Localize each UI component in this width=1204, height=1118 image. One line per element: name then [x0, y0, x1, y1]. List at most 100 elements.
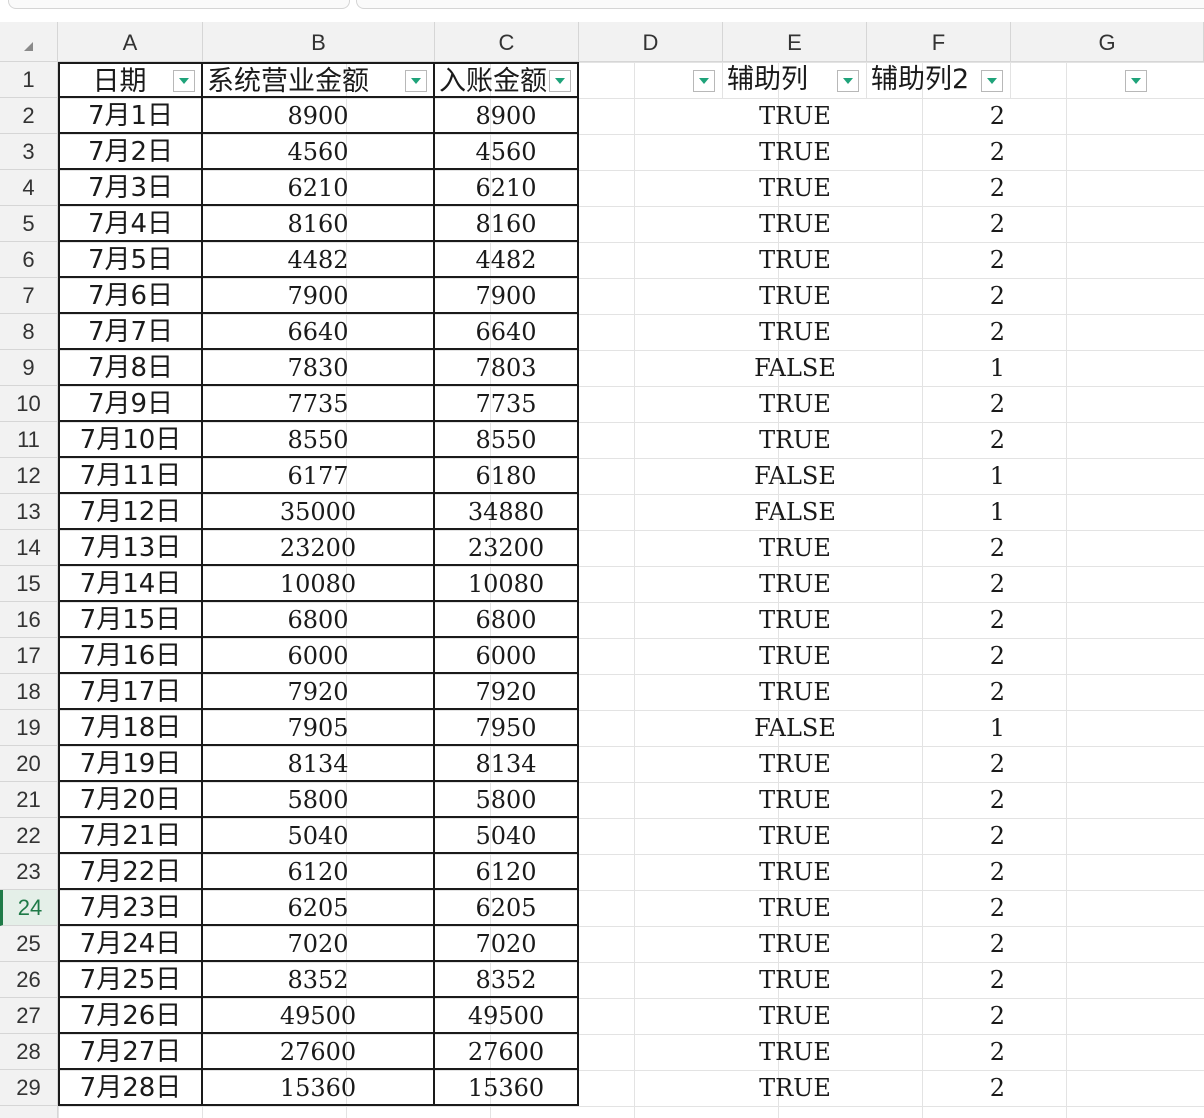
- cell-aux-flag[interactable]: FALSE: [723, 350, 867, 386]
- cell-account-amount[interactable]: 8550: [435, 422, 579, 458]
- cell-aux2-count[interactable]: 2: [867, 422, 1011, 458]
- cell-aux-flag[interactable]: TRUE: [723, 1070, 867, 1106]
- cell-system-amount[interactable]: 4482: [203, 242, 435, 278]
- cell-date[interactable]: 7月27日: [58, 1034, 203, 1070]
- cell-date[interactable]: 7月19日: [58, 746, 203, 782]
- cell-account-amount[interactable]: 34880: [435, 494, 579, 530]
- cell-account-amount[interactable]: 7920: [435, 674, 579, 710]
- filter-dropdown-c[interactable]: [549, 70, 571, 92]
- cell-system-amount[interactable]: 7735: [203, 386, 435, 422]
- cell-aux2-count[interactable]: 2: [867, 278, 1011, 314]
- cell-account-amount[interactable]: 6120: [435, 854, 579, 890]
- cell-aux-flag[interactable]: TRUE: [723, 422, 867, 458]
- row-header-22[interactable]: 22: [0, 818, 58, 854]
- cell-system-amount[interactable]: 35000: [203, 494, 435, 530]
- cell-system-amount[interactable]: 23200: [203, 530, 435, 566]
- cell-aux2-count[interactable]: 2: [867, 242, 1011, 278]
- cell-account-amount[interactable]: 15360: [435, 1070, 579, 1106]
- sheet-tab-right[interactable]: [356, 0, 1204, 9]
- cell-account-amount[interactable]: 7735: [435, 386, 579, 422]
- cell-aux2-count[interactable]: 2: [867, 530, 1011, 566]
- cell-aux2-count[interactable]: 2: [867, 1070, 1011, 1106]
- cell-system-amount[interactable]: 10080: [203, 566, 435, 602]
- cell-aux-flag[interactable]: TRUE: [723, 242, 867, 278]
- cell-aux2-count[interactable]: 2: [867, 962, 1011, 998]
- cell-aux2-count[interactable]: 2: [867, 782, 1011, 818]
- row-header-24[interactable]: 24: [0, 890, 58, 926]
- cell-date[interactable]: 7月14日: [58, 566, 203, 602]
- cell-system-amount[interactable]: 7905: [203, 710, 435, 746]
- row-header-7[interactable]: 7: [0, 278, 58, 314]
- cell-system-amount[interactable]: 7900: [203, 278, 435, 314]
- cell-aux2-count[interactable]: 2: [867, 854, 1011, 890]
- cell-system-amount[interactable]: 6205: [203, 890, 435, 926]
- cell-date[interactable]: 7月9日: [58, 386, 203, 422]
- cell-system-amount[interactable]: 5800: [203, 782, 435, 818]
- filter-dropdown-f[interactable]: [981, 70, 1003, 92]
- cell-aux-flag[interactable]: TRUE: [723, 98, 867, 134]
- filter-dropdown-a[interactable]: [173, 70, 195, 92]
- cell-account-amount[interactable]: 6800: [435, 602, 579, 638]
- cell-system-amount[interactable]: 8900: [203, 98, 435, 134]
- cell-date[interactable]: 7月18日: [58, 710, 203, 746]
- cell-aux2-count[interactable]: 1: [867, 350, 1011, 386]
- cell-date[interactable]: 7月17日: [58, 674, 203, 710]
- cell-system-amount[interactable]: 7020: [203, 926, 435, 962]
- row-header-14[interactable]: 14: [0, 530, 58, 566]
- filter-dropdown-d[interactable]: [693, 70, 715, 92]
- cell-aux2-count[interactable]: 2: [867, 890, 1011, 926]
- cell-system-amount[interactable]: 6000: [203, 638, 435, 674]
- cell-account-amount[interactable]: 7900: [435, 278, 579, 314]
- cell-aux2-count[interactable]: 1: [867, 458, 1011, 494]
- cell-aux-flag[interactable]: TRUE: [723, 998, 867, 1034]
- header-cell-b[interactable]: 系统营业金额: [203, 62, 435, 98]
- cell-aux2-count[interactable]: 2: [867, 746, 1011, 782]
- cell-aux-flag[interactable]: TRUE: [723, 566, 867, 602]
- cell-aux-flag[interactable]: FALSE: [723, 458, 867, 494]
- row-header-21[interactable]: 21: [0, 782, 58, 818]
- cell-date[interactable]: 7月21日: [58, 818, 203, 854]
- cell-aux-flag[interactable]: TRUE: [723, 962, 867, 998]
- cell-account-amount[interactable]: 4482: [435, 242, 579, 278]
- filter-dropdown-b[interactable]: [405, 70, 427, 92]
- cell-account-amount[interactable]: 6180: [435, 458, 579, 494]
- row-header-26[interactable]: 26: [0, 962, 58, 998]
- row-header-16[interactable]: 16: [0, 602, 58, 638]
- cell-aux2-count[interactable]: 2: [867, 98, 1011, 134]
- cell-aux2-count[interactable]: 2: [867, 566, 1011, 602]
- cell-system-amount[interactable]: 8352: [203, 962, 435, 998]
- sheet-tab-left[interactable]: [8, 0, 350, 9]
- row-header-1[interactable]: 1: [0, 62, 58, 98]
- cell-account-amount[interactable]: 4560: [435, 134, 579, 170]
- cell-aux-flag[interactable]: TRUE: [723, 206, 867, 242]
- row-header-9[interactable]: 9: [0, 350, 58, 386]
- cell-aux-flag[interactable]: TRUE: [723, 134, 867, 170]
- cell-date[interactable]: 7月24日: [58, 926, 203, 962]
- cell-account-amount[interactable]: 6210: [435, 170, 579, 206]
- cell-aux2-count[interactable]: 2: [867, 674, 1011, 710]
- cell-system-amount[interactable]: 8550: [203, 422, 435, 458]
- cell-date[interactable]: 7月5日: [58, 242, 203, 278]
- cell-aux2-count[interactable]: 2: [867, 386, 1011, 422]
- cell-account-amount[interactable]: 5800: [435, 782, 579, 818]
- cell-aux-flag[interactable]: TRUE: [723, 674, 867, 710]
- cell-aux-flag[interactable]: TRUE: [723, 746, 867, 782]
- row-header-3[interactable]: 3: [0, 134, 58, 170]
- cell-system-amount[interactable]: 4560: [203, 134, 435, 170]
- cell-account-amount[interactable]: 23200: [435, 530, 579, 566]
- cell-aux2-count[interactable]: 1: [867, 494, 1011, 530]
- cell-aux-flag[interactable]: FALSE: [723, 710, 867, 746]
- column-header-e[interactable]: E: [723, 22, 867, 62]
- cell-date[interactable]: 7月13日: [58, 530, 203, 566]
- cell-aux2-count[interactable]: 2: [867, 818, 1011, 854]
- column-header-f[interactable]: F: [867, 22, 1011, 62]
- row-header-8[interactable]: 8: [0, 314, 58, 350]
- cell-system-amount[interactable]: 49500: [203, 998, 435, 1034]
- row-header-19[interactable]: 19: [0, 710, 58, 746]
- cell-aux-flag[interactable]: TRUE: [723, 278, 867, 314]
- column-header-b[interactable]: B: [203, 22, 435, 62]
- cell-account-amount[interactable]: 5040: [435, 818, 579, 854]
- cell-account-amount[interactable]: 8900: [435, 98, 579, 134]
- cell-aux-flag[interactable]: TRUE: [723, 782, 867, 818]
- cell-aux2-count[interactable]: 2: [867, 602, 1011, 638]
